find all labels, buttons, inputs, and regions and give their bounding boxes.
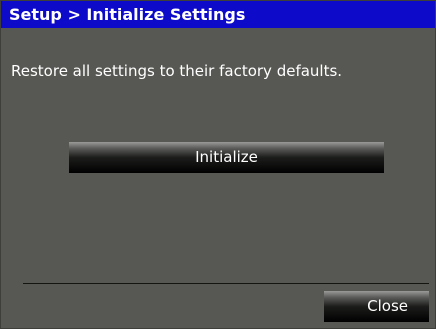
initialize-button[interactable]: Initialize: [69, 142, 384, 173]
dialog-title: Setup > Initialize Settings: [1, 1, 435, 28]
close-button[interactable]: Close: [324, 291, 429, 322]
initialize-settings-dialog: Setup > Initialize Settings Restore all …: [0, 0, 436, 329]
dialog-description: Restore all settings to their factory de…: [11, 62, 343, 80]
footer-divider: [23, 283, 429, 284]
